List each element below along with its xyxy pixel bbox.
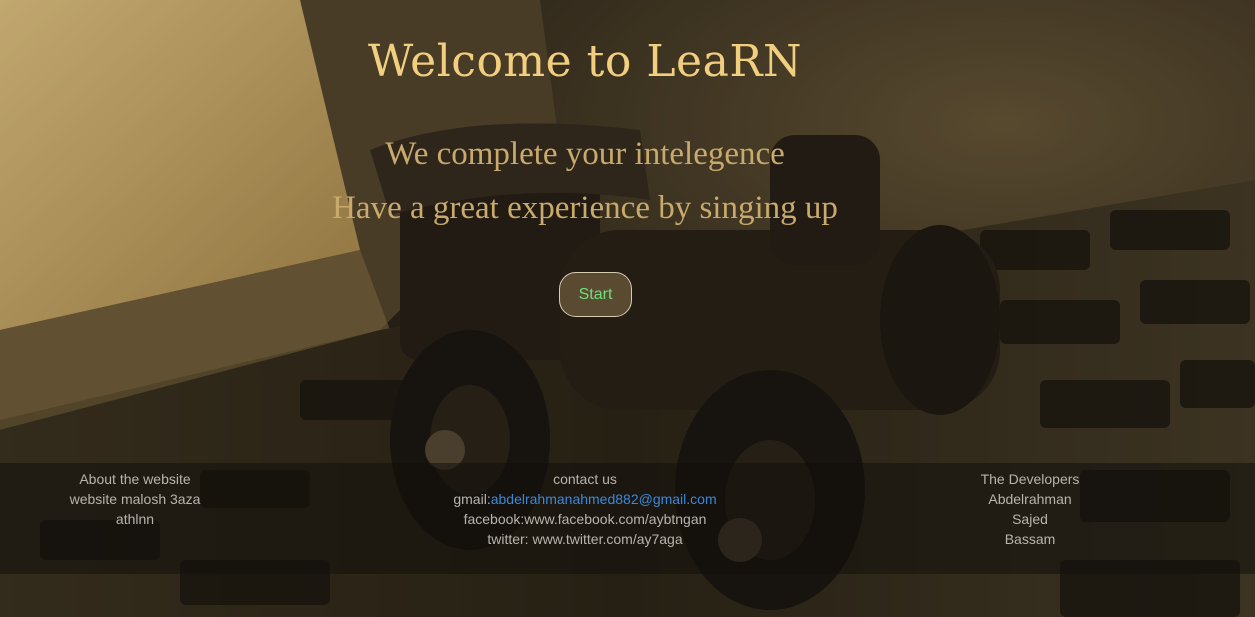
developer-name: Bassam (1004, 531, 1056, 547)
landing-page: Welcome to LeaRN We complete your intele… (0, 0, 1255, 617)
about-heading: About the website (79, 471, 191, 487)
contact-twitter: twitter: www.twitter.com/ay7aga (487, 531, 683, 547)
contact-gmail-row: gmail:abdelrahmanahmed882@gmail.com (430, 489, 740, 509)
developer-name: Sajed (1012, 511, 1048, 527)
gmail-label: gmail: (453, 491, 491, 507)
footer-developers-section: The Developers Abdelrahman Sajed Bassam (935, 469, 1125, 549)
tagline-line-2: Have a great experience by singing up (332, 190, 838, 226)
developers-heading: The Developers (980, 471, 1080, 487)
footer-contact-section: contact us gmail:abdelrahmanahmed882@gma… (430, 469, 740, 549)
start-button[interactable]: Start (559, 272, 632, 317)
about-text-line-1: website malosh 3aza (69, 491, 201, 507)
developer-name: Abdelrahman (988, 491, 1072, 507)
footer: About the website website malosh 3aza at… (0, 463, 1255, 574)
tagline-line-1: We complete your intelegence (385, 136, 785, 172)
page-title: Welcome to LeaRN (368, 36, 802, 87)
contact-heading: contact us (553, 471, 617, 487)
gmail-link[interactable]: abdelrahmanahmed882@gmail.com (491, 491, 717, 507)
about-text-line-2: athlnn (115, 511, 155, 527)
contact-facebook: facebook:www.facebook.com/aybtngan (463, 511, 707, 527)
footer-about-section: About the website website malosh 3aza at… (40, 469, 230, 529)
